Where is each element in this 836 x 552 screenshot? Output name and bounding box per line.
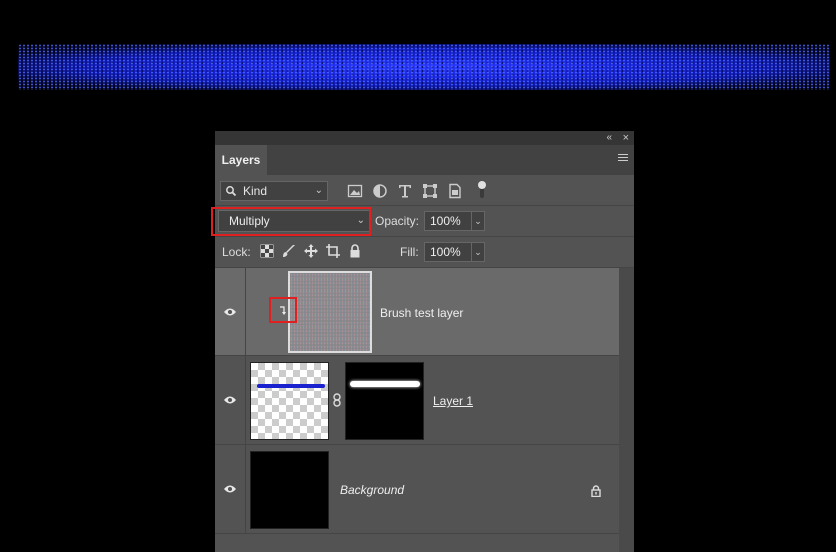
visibility-toggle[interactable] xyxy=(215,445,246,533)
layer-thumbnail xyxy=(288,271,372,353)
clipping-arrow-icon xyxy=(280,306,286,315)
chevron-down-icon: ⌄ xyxy=(314,185,323,196)
layer-name[interactable]: Brush test layer xyxy=(380,306,463,320)
tab-layers[interactable]: Layers xyxy=(215,145,267,175)
eye-icon xyxy=(224,485,236,493)
layers-scrollbar[interactable] xyxy=(619,268,634,552)
lock-label: Lock: xyxy=(222,245,251,259)
opacity-chevron-icon[interactable]: ⌄ xyxy=(471,211,485,231)
layer-name[interactable]: Layer 1 xyxy=(433,394,473,408)
filter-toggle-switch[interactable] xyxy=(477,180,487,200)
filter-kind-label: Kind xyxy=(243,184,268,198)
panel-title-bar: « × xyxy=(215,131,634,145)
collapse-icon[interactable]: « xyxy=(606,131,612,145)
blend-mode-highlight-box xyxy=(211,207,371,236)
lock-row: Lock: Fill: 100% ⌄ xyxy=(215,237,634,268)
layer-mask-thumbnail[interactable] xyxy=(345,362,424,440)
fill-field[interactable]: 100% xyxy=(424,242,476,262)
visibility-toggle[interactable] xyxy=(215,268,246,355)
smart-object-filter-icon[interactable] xyxy=(447,183,463,199)
shape-filter-icon[interactable] xyxy=(422,183,438,199)
eye-icon xyxy=(224,396,236,404)
search-icon xyxy=(226,186,237,197)
layer-row-brush-test[interactable]: Brush test layer xyxy=(215,268,619,356)
canvas-blue-brush-stroke xyxy=(18,44,830,90)
lock-transparent-pixels-icon[interactable] xyxy=(260,244,274,258)
link-icon[interactable] xyxy=(332,393,342,407)
layer-name[interactable]: Background xyxy=(340,483,404,497)
fill-label: Fill: xyxy=(400,245,419,259)
layer-thumbnail xyxy=(250,362,329,440)
eye-icon xyxy=(224,308,236,315)
panel-tab-bar: Layers xyxy=(215,145,634,175)
panel-menu-icon[interactable] xyxy=(618,154,628,164)
fill-chevron-icon[interactable]: ⌄ xyxy=(471,242,485,262)
image-filter-icon[interactable] xyxy=(347,183,363,199)
blend-row: Multiply ⌄ Opacity: 100% ⌄ xyxy=(211,206,634,237)
layers-list: Brush test layer Layer 1 Background xyxy=(215,268,634,552)
lock-position-icon[interactable] xyxy=(304,244,318,258)
layer-row-layer-1[interactable]: Layer 1 xyxy=(215,356,619,445)
type-filter-icon[interactable] xyxy=(397,183,413,199)
lock-image-pixels-icon[interactable] xyxy=(282,244,296,258)
opacity-field[interactable]: 100% xyxy=(424,211,476,231)
layers-panel: « × Layers Kind ⌄ Multiply ⌄ Opacity: 10… xyxy=(211,131,634,552)
opacity-label: Opacity: xyxy=(375,214,420,228)
lock-all-icon[interactable] xyxy=(348,244,362,258)
visibility-toggle[interactable] xyxy=(215,356,246,444)
clipping-mask-highlight-box xyxy=(269,297,297,323)
close-icon[interactable]: × xyxy=(623,131,629,145)
layer-row-background[interactable]: Background xyxy=(215,445,619,534)
adjustment-filter-icon[interactable] xyxy=(372,183,388,199)
filter-kind-select[interactable]: Kind ⌄ xyxy=(220,181,328,201)
lock-icon xyxy=(591,485,601,497)
lock-artboard-icon[interactable] xyxy=(326,244,340,258)
layer-thumbnail xyxy=(250,451,329,529)
filter-row: Kind ⌄ xyxy=(215,175,634,206)
